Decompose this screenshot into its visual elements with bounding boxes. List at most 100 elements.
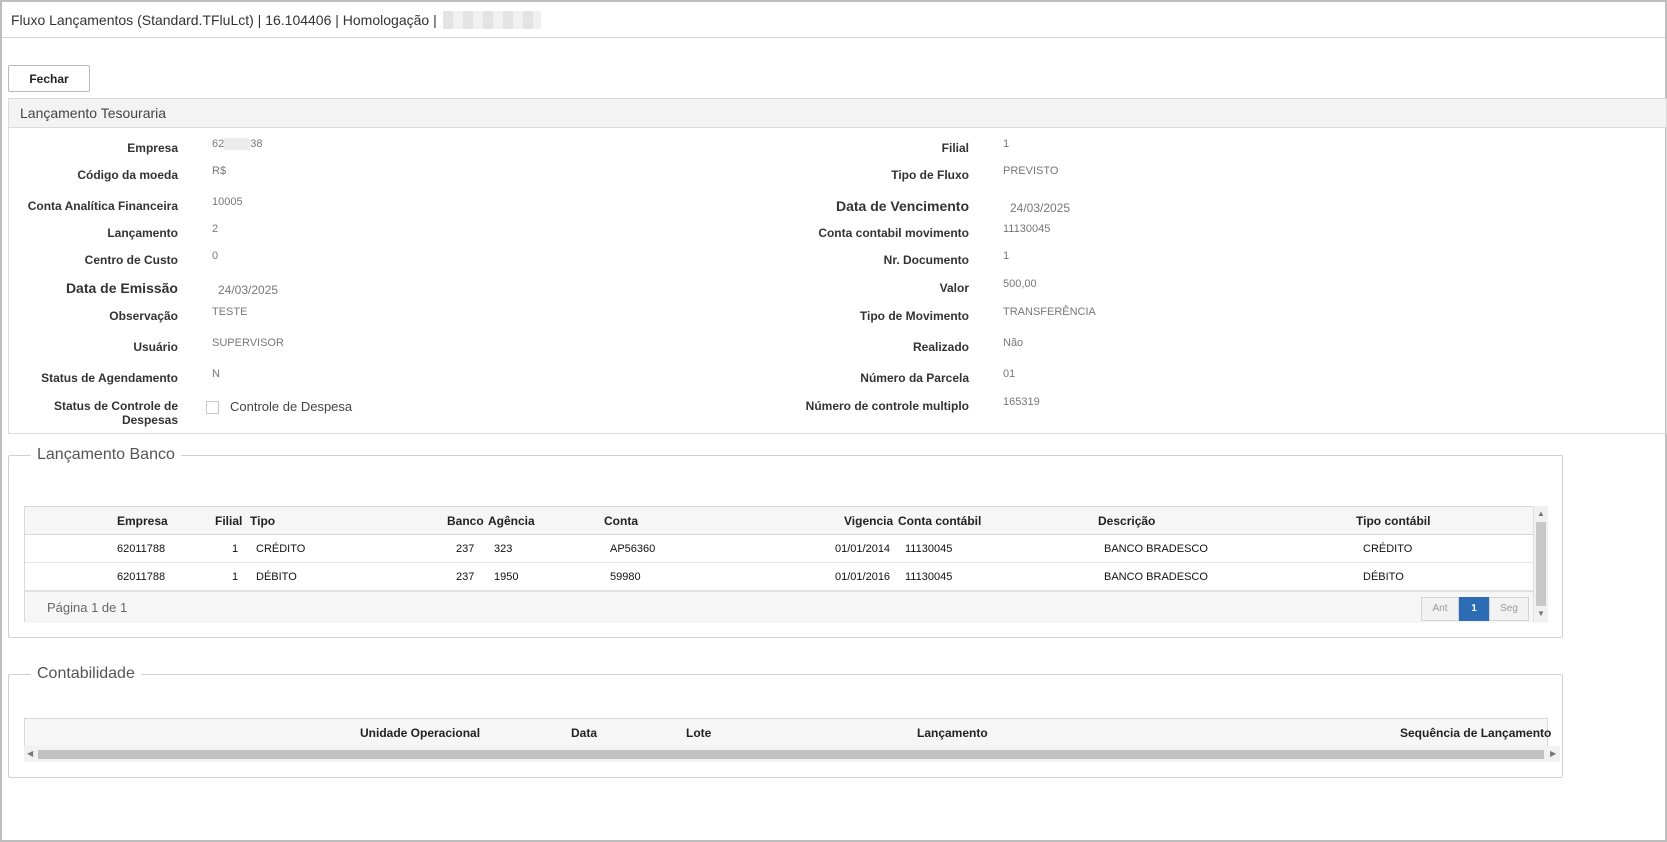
contabilidade-grid: Unidade Operacional Data Lote Lançamento… — [24, 718, 1551, 747]
observacao-value: TESTE — [212, 306, 248, 318]
col-unidade-operacional[interactable]: Unidade Operacional — [360, 719, 480, 747]
data-emissao-value: 24/03/2025 — [218, 283, 279, 297]
col-tipo[interactable]: Tipo — [250, 507, 275, 535]
table-row[interactable]: 62011788 1 CRÉDITO 237 323 AP56360 01/01… — [25, 535, 1547, 563]
pager-next-button[interactable]: Seg — [1489, 597, 1529, 621]
cell-descricao: BANCO BRADESCO — [1104, 543, 1208, 555]
codigo-moeda-value: R$ — [212, 165, 227, 177]
col-data[interactable]: Data — [571, 719, 597, 747]
col-descricao[interactable]: Descrição — [1098, 507, 1155, 535]
conta-contabil-mov-label: Conta contabil movimento — [818, 226, 969, 240]
tesouraria-panel-title: Lançamento Tesouraria — [9, 99, 1666, 128]
cell-conta: 59980 — [610, 571, 641, 583]
cell-tipo: DÉBITO — [256, 571, 297, 583]
valor-label: Valor — [939, 281, 969, 295]
lancamento-label: Lançamento — [107, 226, 178, 240]
cell-conta: AP56360 — [610, 543, 656, 555]
data-vencimento-value: 24/03/2025 — [1010, 201, 1071, 215]
cell-empresa: 62011788 — [117, 571, 166, 583]
cell-conta-contabil: 11130045 — [905, 543, 953, 555]
numero-controle-label: Número de controle multiplo — [805, 399, 969, 413]
col-filial[interactable]: Filial — [215, 507, 242, 535]
conta-analitica-value: 10005 — [212, 196, 243, 208]
lancamento-value: 2 — [212, 223, 219, 235]
realizado-value: Não — [1003, 337, 1024, 349]
banco-vertical-scrollbar[interactable]: ▲ ▼ — [1533, 506, 1548, 622]
empresa-label: Empresa — [127, 141, 178, 155]
col-vigencia[interactable]: Vigencia — [844, 507, 893, 535]
pager-info: Página 1 de 1 — [47, 600, 128, 615]
scroll-down-icon[interactable]: ▼ — [1537, 610, 1545, 618]
cell-descricao: BANCO BRADESCO — [1104, 571, 1208, 583]
col-tipo-contabil[interactable]: Tipo contábil — [1356, 507, 1430, 535]
col-banco[interactable]: Banco — [447, 507, 484, 535]
redacted-environment — [442, 10, 541, 29]
scroll-up-icon[interactable]: ▲ — [1537, 510, 1545, 518]
cell-filial: 1 — [232, 543, 239, 555]
numero-controle-value: 165319 — [1003, 396, 1040, 408]
col-empresa[interactable]: Empresa — [117, 507, 168, 535]
scroll-thumb[interactable] — [1536, 522, 1546, 606]
col-conta[interactable]: Conta — [604, 507, 638, 535]
contabilidade-horizontal-scrollbar[interactable]: ◀ ▶ — [24, 746, 1560, 762]
usuario-label: Usuário — [133, 340, 178, 354]
cell-conta-contabil: 11130045 — [905, 571, 953, 583]
scroll-right-icon[interactable]: ▶ — [1550, 750, 1556, 758]
cell-empresa: 62011788 — [117, 543, 166, 555]
col-lancamento[interactable]: Lançamento — [917, 719, 988, 747]
scroll-thumb[interactable] — [38, 750, 1544, 759]
cell-tipo-contabil: CRÉDITO — [1363, 543, 1413, 555]
window-title: Fluxo Lançamentos (Standard.TFluLct) | 1… — [11, 11, 437, 28]
cell-agencia: 1950 — [494, 571, 519, 583]
tipo-movimento-label: Tipo de Movimento — [859, 309, 969, 323]
tipo-movimento-value: TRANSFERÊNCIA — [1003, 306, 1096, 318]
realizado-label: Realizado — [912, 340, 969, 354]
numero-parcela-value: 01 — [1003, 368, 1016, 380]
nr-documento-value: 1 — [1003, 250, 1010, 262]
numero-parcela-label: Número da Parcela — [860, 371, 969, 385]
conta-analitica-label: Conta Analítica Financeira — [27, 199, 178, 213]
window-titlebar: Fluxo Lançamentos (Standard.TFluLct) | 1… — [2, 2, 1665, 38]
status-agendamento-value: N — [212, 368, 220, 380]
controle-despesa-checkbox-label: Controle de Despesa — [230, 399, 353, 414]
centro-custo-value: 0 — [212, 250, 219, 262]
tipo-fluxo-label: Tipo de Fluxo — [891, 168, 969, 182]
cell-tipo: CRÉDITO — [256, 543, 306, 555]
cell-vigencia: 01/01/2014 — [835, 543, 891, 555]
scroll-left-icon[interactable]: ◀ — [27, 750, 33, 758]
cell-banco: 237 — [456, 543, 475, 555]
pager-page-button[interactable]: 1 — [1459, 597, 1489, 621]
codigo-moeda-label: Código da moeda — [77, 168, 178, 182]
table-row[interactable]: 62011788 1 DÉBITO 237 1950 59980 01/01/2… — [25, 563, 1547, 591]
status-controle-label: Status de Controle de Despesas — [53, 399, 178, 427]
filial-label: Filial — [941, 141, 969, 155]
banco-title: Lançamento Banco — [37, 446, 175, 463]
usuario-value: SUPERVISOR — [212, 337, 284, 349]
empresa-value: 62 38 — [212, 138, 263, 151]
cell-filial: 1 — [232, 571, 239, 583]
cell-agencia: 323 — [494, 543, 513, 555]
cell-tipo-contabil: DÉBITO — [1363, 571, 1404, 583]
banco-grid-header: Empresa Filial Tipo Banco Agência Conta … — [25, 507, 1547, 535]
observacao-label: Observação — [109, 309, 178, 323]
close-button[interactable]: Fechar — [8, 65, 90, 92]
nr-documento-label: Nr. Documento — [883, 253, 969, 267]
col-sequencia-lancamento[interactable]: Sequência de Lançamento — [1400, 719, 1551, 747]
pager-prev-button[interactable]: Ant — [1421, 597, 1459, 621]
redacted-value — [224, 138, 251, 151]
contabilidade-grid-header: Unidade Operacional Data Lote Lançamento… — [25, 719, 1551, 747]
data-vencimento-label: Data de Vencimento — [835, 198, 969, 214]
cell-banco: 237 — [456, 571, 475, 583]
col-agencia[interactable]: Agência — [488, 507, 535, 535]
app-window: Fluxo Lançamentos (Standard.TFluLct) | 1… — [0, 0, 1667, 842]
col-lote[interactable]: Lote — [686, 719, 711, 747]
centro-custo-label: Centro de Custo — [84, 253, 178, 267]
col-conta-contabil[interactable]: Conta contábil — [898, 507, 981, 535]
status-agendamento-label: Status de Agendamento — [41, 371, 178, 385]
conta-contabil-mov-value: 11130045 — [1003, 223, 1051, 235]
banco-grid: Empresa Filial Tipo Banco Agência Conta … — [24, 506, 1548, 623]
data-emissao-label: Data de Emissão — [65, 280, 178, 296]
contabilidade-title: Contabilidade — [37, 665, 135, 682]
tipo-fluxo-value: PREVISTO — [1003, 165, 1059, 177]
controle-despesa-checkbox[interactable] — [206, 401, 219, 414]
